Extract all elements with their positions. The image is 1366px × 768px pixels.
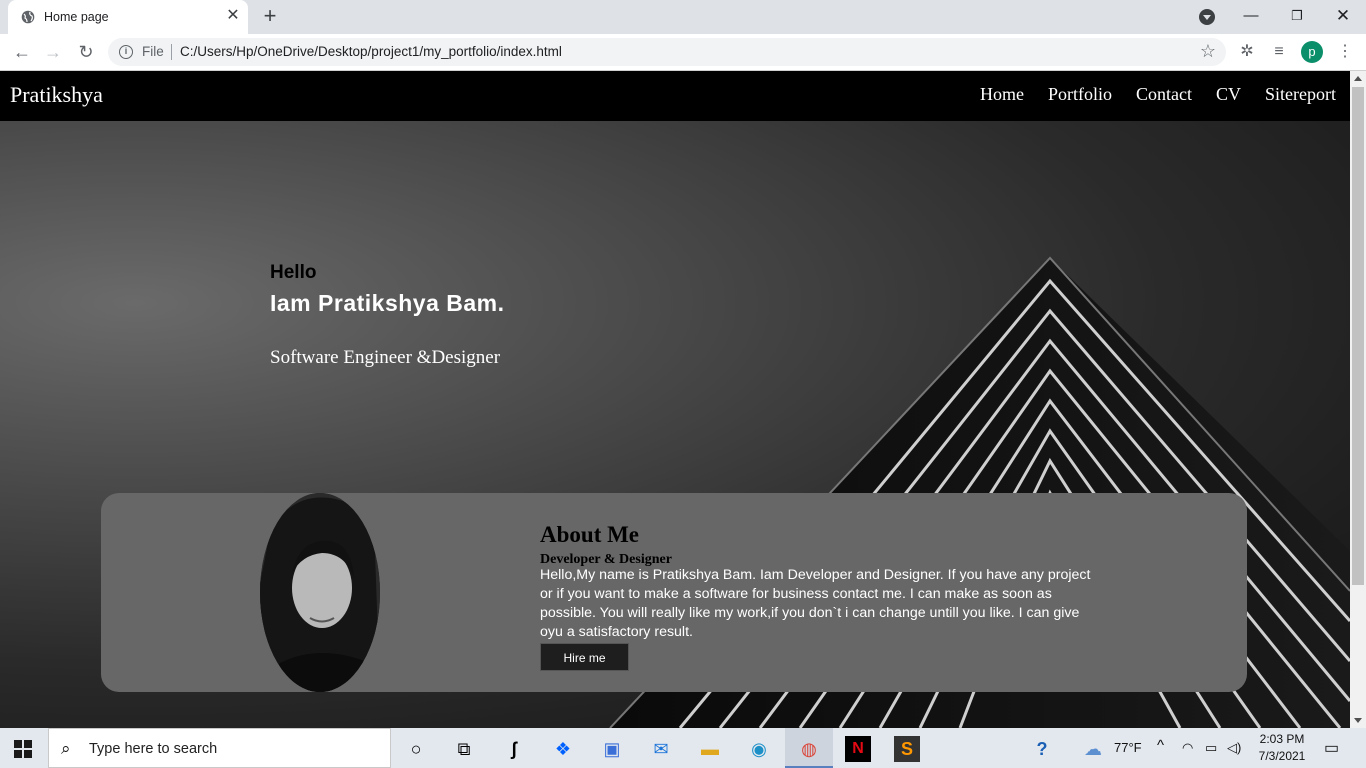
close-window-button[interactable]: ✕ (1320, 4, 1366, 30)
weather-cloud-icon[interactable]: ☁ (1080, 736, 1106, 762)
about-title: About Me (540, 522, 640, 547)
site-navbar: Pratikshya Home Portfolio Contact CV Sit… (0, 71, 1350, 121)
tab-search-icon[interactable] (1199, 9, 1215, 25)
nav-cv[interactable]: CV (1216, 84, 1241, 105)
sublime-text-icon[interactable]: S (894, 736, 920, 762)
nav-portfolio[interactable]: Portfolio (1048, 84, 1112, 105)
profile-photo (260, 493, 380, 692)
bookmark-star-icon[interactable]: ☆ (1200, 41, 1216, 62)
globe-icon (21, 10, 35, 24)
mail-icon[interactable]: ✉ (648, 736, 674, 762)
clock-time: 2:03 PM (1259, 732, 1305, 746)
back-icon[interactable]: ← (10, 40, 34, 64)
tab-title: Home page (44, 10, 109, 24)
file-explorer-icon[interactable]: ▬ (697, 736, 723, 762)
notifications-icon[interactable]: ▭ (1324, 738, 1339, 758)
hire-me-button[interactable]: Hire me (540, 643, 629, 671)
browser-tab[interactable]: Home page ✕ (8, 0, 248, 34)
task-view-icon[interactable]: ⧉ (451, 736, 477, 762)
netflix-icon[interactable]: N (845, 736, 871, 762)
dropbox-icon[interactable]: ❖ (550, 736, 576, 762)
menu-kebab-icon[interactable]: ⋮ (1334, 41, 1356, 63)
store-icon[interactable]: ▣ (599, 736, 625, 762)
forward-icon[interactable]: → (41, 40, 65, 64)
about-text: Hello,My name is Pratikshya Bam. Iam Dev… (540, 567, 1091, 640)
new-tab-button[interactable]: + (258, 5, 282, 29)
temperature-label[interactable]: 77°F (1114, 740, 1142, 755)
scrollbar-thumb[interactable] (1352, 87, 1364, 585)
page-viewport: Pratikshya Home Portfolio Contact CV Sit… (0, 71, 1350, 728)
reload-icon[interactable]: ↻ (74, 40, 98, 64)
chrome-icon[interactable]: ◍ (796, 736, 822, 762)
divider (171, 44, 172, 60)
help-icon[interactable]: ? (1029, 736, 1055, 762)
extensions-icon[interactable]: ✲ (1236, 41, 1258, 63)
info-icon[interactable]: i (119, 45, 133, 59)
taskbar-search[interactable]: ⌕ Type here to search (48, 728, 391, 768)
close-tab-icon[interactable]: ✕ (224, 7, 242, 25)
windows-taskbar: ⌕ Type here to search ○ ⧉ ʃ ❖ ▣ ✉ ▬ ◉ ◍ … (0, 728, 1366, 768)
site-brand[interactable]: Pratikshya (10, 82, 103, 108)
search-icon: ⌕ (61, 739, 71, 758)
address-bar[interactable]: i File C:/Users/Hp/OneDrive/Desktop/proj… (108, 38, 1226, 66)
scroll-down-icon[interactable] (1354, 718, 1362, 723)
hero-section: Hello Iam Pratikshya Bam. Software Engin… (0, 121, 1350, 728)
taskbar-clock[interactable]: 2:03 PM 7/3/2021 (1254, 731, 1310, 765)
volume-icon[interactable]: ◁) (1227, 740, 1241, 756)
nav-sitereport[interactable]: Sitereport (1265, 84, 1336, 105)
nav-links: Home Portfolio Contact CV Sitereport (980, 84, 1336, 105)
restore-button[interactable]: ❐ (1274, 4, 1320, 30)
url-text[interactable]: C:/Users/Hp/OneDrive/Desktop/project1/my… (180, 44, 562, 59)
profile-avatar[interactable]: p (1301, 41, 1323, 63)
minimize-button[interactable]: — (1228, 4, 1274, 30)
media-queue-icon[interactable]: ≡ (1268, 41, 1290, 63)
hero-greeting: Hello (270, 262, 317, 283)
scroll-up-icon[interactable] (1354, 76, 1362, 81)
nav-home[interactable]: Home (980, 84, 1024, 105)
hero-role: Software Engineer &Designer (270, 347, 501, 368)
nav-contact[interactable]: Contact (1136, 84, 1192, 105)
edge-icon[interactable]: ◉ (746, 736, 772, 762)
app-s-icon[interactable]: ʃ (501, 736, 527, 762)
windows-start-icon[interactable] (14, 740, 32, 758)
cortana-icon[interactable]: ○ (403, 736, 429, 762)
clock-date: 7/3/2021 (1258, 749, 1306, 763)
taskbar-search-placeholder: Type here to search (89, 741, 218, 757)
scheme-label: File (142, 44, 164, 59)
page-scrollbar[interactable] (1350, 71, 1366, 728)
about-card: About Me Developer & Designer Hello,My n… (101, 493, 1247, 692)
wifi-icon[interactable]: ◠ (1182, 740, 1193, 756)
battery-icon[interactable]: ▭ (1205, 740, 1217, 756)
browser-tab-strip: Home page ✕ + — ❐ ✕ (0, 0, 1366, 34)
browser-toolbar: ← → ↻ i File C:/Users/Hp/OneDrive/Deskto… (0, 34, 1366, 71)
hero-name: Iam Pratikshya Bam. (270, 290, 505, 316)
chevron-up-icon[interactable]: ^ (1157, 737, 1164, 754)
